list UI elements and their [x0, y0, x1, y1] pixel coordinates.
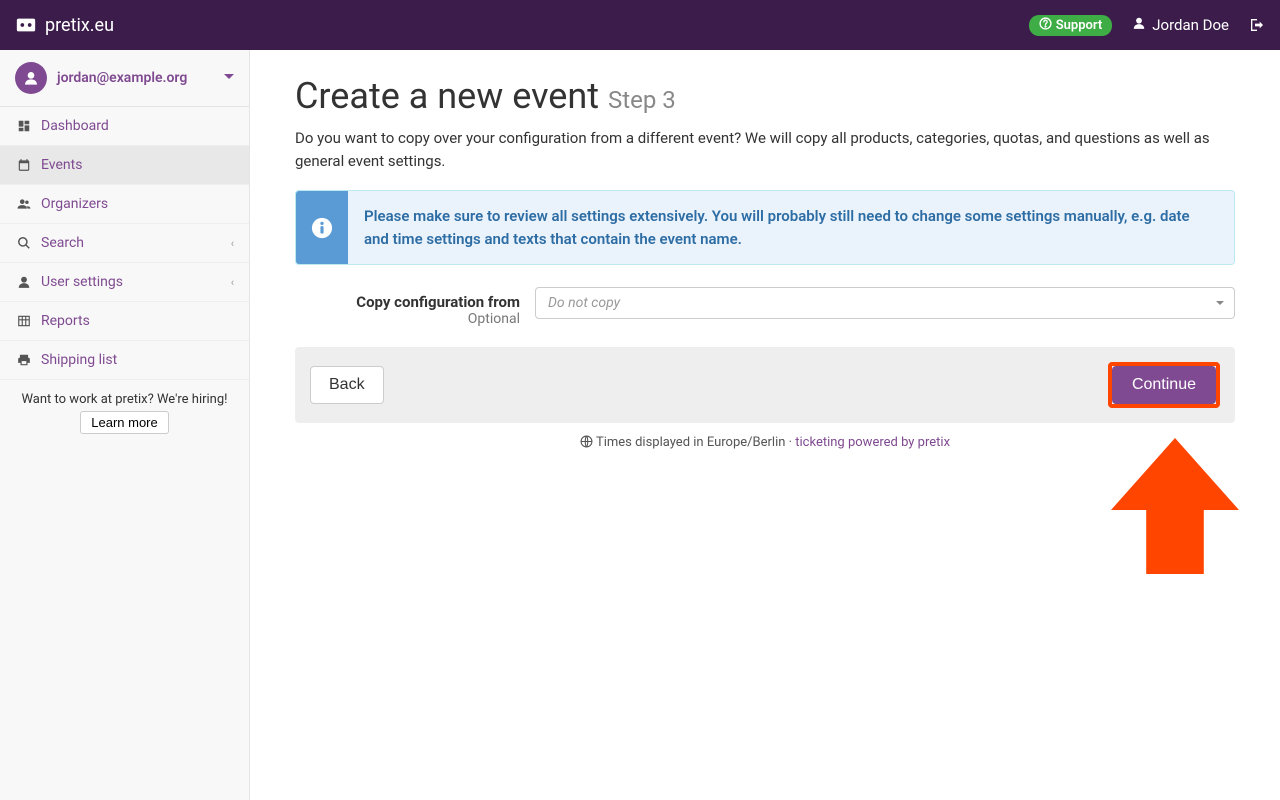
sidebar: jordan@example.org Dashboard Events Orga…: [0, 50, 250, 800]
label-optional: Optional: [295, 311, 520, 327]
sidebar-item-reports[interactable]: Reports: [0, 302, 249, 340]
sidebar-item-label: Reports: [41, 313, 90, 329]
continue-highlight: Continue: [1108, 362, 1220, 408]
back-button[interactable]: Back: [310, 366, 384, 404]
sidebar-item-search[interactable]: Search ‹: [0, 224, 249, 262]
copy-config-label: Copy configuration from Optional: [295, 287, 535, 327]
brand-link[interactable]: pretix.eu: [15, 14, 114, 36]
brand-text: pretix.eu: [45, 15, 114, 36]
powered-by-link[interactable]: ticketing powered by pretix: [795, 435, 950, 450]
title-text: Create a new event: [295, 75, 599, 117]
user-email: jordan@example.org: [57, 70, 187, 86]
hiring-notice: Want to work at pretix? We're hiring! Le…: [0, 380, 249, 446]
sidebar-item-user-settings[interactable]: User settings ‹: [0, 263, 249, 301]
user-icon: [1132, 16, 1146, 34]
page-title: Create a new event Step 3: [295, 75, 1235, 117]
avatar-icon: [15, 62, 47, 94]
sidebar-item-events[interactable]: Events: [0, 146, 249, 184]
table-icon: [15, 314, 33, 328]
support-label: Support: [1056, 18, 1103, 33]
sidebar-item-label: Organizers: [41, 196, 108, 212]
copy-config-select[interactable]: Do not copy: [535, 287, 1235, 319]
print-icon: [15, 353, 33, 367]
intro-text: Do you want to copy over your configurat…: [295, 127, 1235, 172]
step-indicator: Step 3: [608, 86, 676, 114]
users-icon: [15, 197, 33, 211]
question-icon: [1039, 17, 1052, 34]
globe-icon: [580, 435, 593, 452]
alert-text: Please make sure to review all settings …: [348, 191, 1234, 264]
copy-config-row: Copy configuration from Optional Do not …: [295, 287, 1235, 327]
sidebar-item-label: Dashboard: [41, 118, 109, 134]
sidebar-item-label: User settings: [41, 274, 123, 290]
user-name: Jordan Doe: [1152, 16, 1229, 34]
sidebar-item-label: Events: [41, 157, 82, 173]
user-menu[interactable]: Jordan Doe: [1132, 16, 1229, 34]
dashboard-icon: [15, 119, 33, 133]
calendar-icon: [15, 158, 33, 172]
brand-icon: [15, 14, 37, 36]
sidebar-item-label: Search: [41, 235, 84, 251]
user-panel[interactable]: jordan@example.org: [0, 50, 249, 107]
sidebar-item-shipping[interactable]: Shipping list: [0, 341, 249, 379]
info-icon: [296, 191, 348, 264]
annotation-arrow-icon: [1095, 430, 1255, 594]
chevron-left-icon: ‹: [231, 237, 234, 250]
chevron-left-icon: ‹: [231, 276, 234, 289]
hiring-text: Want to work at pretix? We're hiring!: [10, 392, 239, 407]
hiring-learn-more-button[interactable]: Learn more: [80, 411, 168, 434]
timezone-text: Times displayed in Europe/Berlin ·: [596, 435, 795, 450]
sidebar-item-organizers[interactable]: Organizers: [0, 185, 249, 223]
info-alert: Please make sure to review all settings …: [295, 190, 1235, 265]
button-bar: Back Continue: [295, 347, 1235, 423]
main-content: Create a new event Step 3 Do you want to…: [250, 50, 1280, 800]
topbar: pretix.eu Support Jordan Doe: [0, 0, 1280, 50]
sidebar-nav: Dashboard Events Organizers Search ‹ Use…: [0, 107, 249, 380]
support-badge[interactable]: Support: [1029, 15, 1113, 36]
search-icon: [15, 236, 33, 250]
logout-icon[interactable]: [1249, 17, 1265, 33]
continue-button[interactable]: Continue: [1112, 366, 1216, 404]
user-icon: [15, 275, 33, 289]
sidebar-item-label: Shipping list: [41, 352, 117, 368]
footer-line: Times displayed in Europe/Berlin · ticke…: [295, 435, 1235, 452]
sidebar-item-dashboard[interactable]: Dashboard: [0, 107, 249, 145]
label-main: Copy configuration from: [356, 293, 520, 311]
caret-down-icon: [224, 70, 234, 86]
